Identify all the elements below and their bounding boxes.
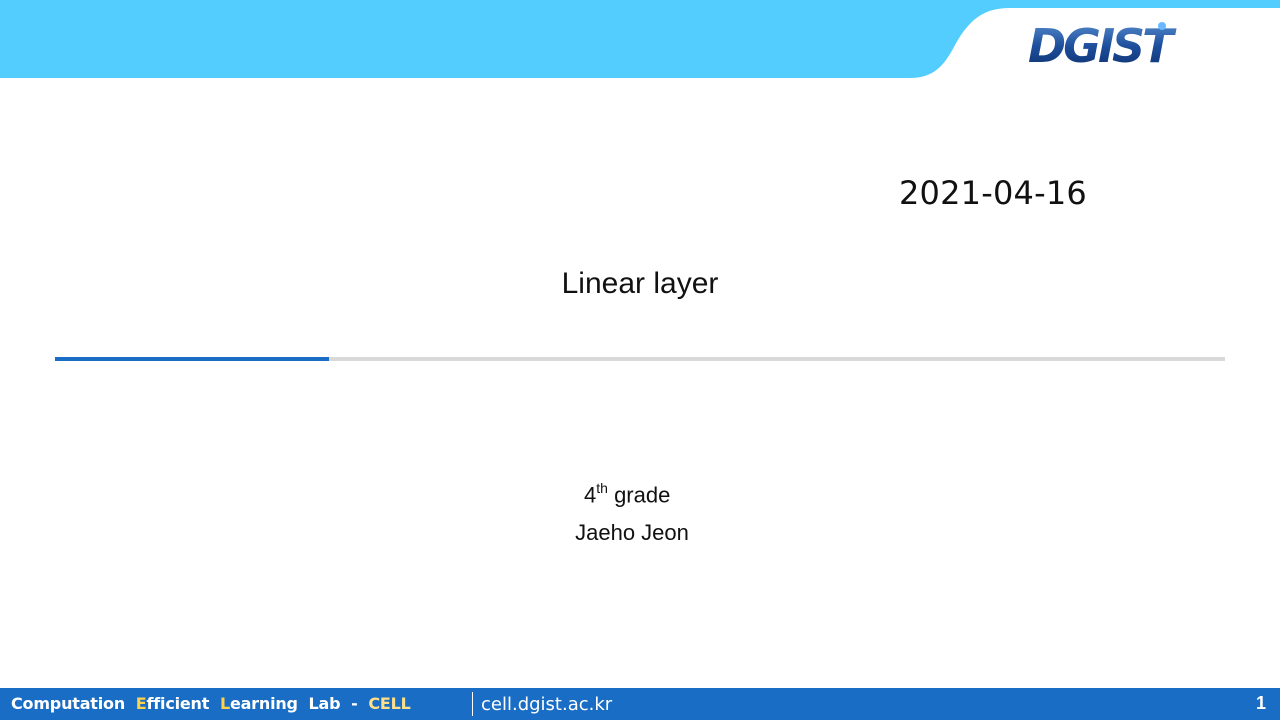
footer-bar: Computation Efficient Learning Lab - CEL… <box>0 688 1280 720</box>
lab-word-2: Efficient <box>135 694 210 713</box>
dgist-logo: DGIST <box>1028 19 1180 68</box>
grade-number: 4 <box>584 482 597 508</box>
slide-title: Linear layer <box>561 267 719 300</box>
author-name: Jaeho Jeon <box>575 520 689 545</box>
lab-dash: - <box>351 694 358 713</box>
lab-word-3: Learning <box>219 694 298 713</box>
grade-word: grade <box>614 482 671 508</box>
author-grade: 4th grade <box>584 480 671 508</box>
svg-text:DGIST: DGIST <box>1028 19 1177 68</box>
page-number: 1 <box>1255 693 1266 713</box>
lab-acronym: CELL <box>368 694 411 713</box>
lab-url: cell.dgist.ac.kr <box>481 694 613 715</box>
lab-name: Computation Efficient Learning Lab - CEL… <box>11 694 411 713</box>
footer-separator <box>472 692 473 716</box>
lab-word-4: Lab <box>308 694 341 713</box>
lab-word-1: Computation <box>11 694 126 713</box>
divider-accent <box>55 357 329 361</box>
grade-suffix: th <box>596 480 608 496</box>
slide-date: 2021-04-16 <box>899 174 1087 212</box>
